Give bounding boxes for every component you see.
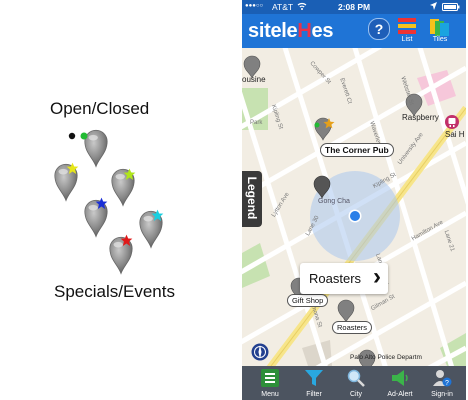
app-logo[interactable]: siteleHes (248, 20, 333, 43)
menu-button[interactable]: Menu (248, 366, 292, 400)
city-button[interactable]: City (334, 366, 378, 400)
filter-icon (305, 370, 323, 386)
battery-icon (442, 3, 460, 13)
place-label-raspberry: Raspberry (402, 113, 439, 122)
open-pin (84, 129, 108, 168)
menu-icon (261, 369, 279, 387)
phone-screen: ●●●○○ AT&T 2:08 PM siteleHes ? List Tile… (242, 0, 466, 400)
place-bubble-corner-pub[interactable]: The Corner Pub (320, 143, 394, 157)
ad-alert-button[interactable]: Ad-Alert (378, 366, 422, 400)
sign-in-button[interactable]: ? Sign-in (420, 366, 464, 400)
roasters-callout[interactable]: Roasters › (300, 263, 388, 294)
wifi-icon (297, 1, 307, 13)
place-label-gong-cha: Gong Cha (318, 198, 350, 205)
list-view-button[interactable]: List (396, 16, 418, 48)
app-header: siteleHes ? List Tiles (242, 14, 466, 48)
megaphone-icon (392, 370, 408, 386)
place-bubble-gift-shop[interactable]: Gift Shop (287, 294, 329, 307)
place-label-ousine: ousine (242, 75, 266, 84)
filter-button[interactable]: Filter (292, 366, 336, 400)
magnifier-icon (347, 369, 365, 387)
tiles-label: Tiles (432, 36, 448, 43)
bottom-nav: Menu Filter City Ad-Alert ? Sign-in (242, 366, 466, 400)
clock-time: 2:08 PM (338, 2, 371, 12)
filter-label: Filter (306, 391, 322, 398)
map-view[interactable]: Cowper St Everett Ct Kipling St Webster … (242, 48, 466, 366)
location-arrow-icon (430, 2, 437, 12)
tiles-view-button[interactable]: Tiles (428, 16, 452, 48)
callout-title: Roasters (309, 271, 362, 286)
signal-strength: ●●●○○ (245, 3, 264, 9)
transit-icon (445, 115, 459, 129)
legend-pins-figure (54, 129, 164, 275)
place-label-sai: Sai H (445, 130, 465, 139)
list-label: List (401, 36, 413, 43)
logo-text-end: es (311, 20, 334, 42)
legend-tab-label: Legend (245, 176, 259, 220)
closed-dot (68, 132, 76, 140)
ad-alert-label: Ad-Alert (387, 391, 413, 398)
carrier-name: AT&T (272, 2, 294, 12)
list-icon (398, 18, 416, 34)
legend-tab[interactable]: Legend (242, 171, 262, 227)
logo-text-main: sitele (248, 20, 298, 42)
menu-label: Menu (261, 391, 279, 398)
svg-text:?: ? (445, 380, 449, 387)
current-location-dot (350, 211, 360, 221)
place-bubble-roasters[interactable]: Roasters (332, 321, 373, 334)
chevron-right-icon[interactable]: › (373, 263, 381, 291)
help-button[interactable]: ? (368, 18, 390, 50)
specials-events-label: Specials/Events (54, 282, 175, 301)
open-dot (80, 132, 88, 140)
status-bar: ●●●○○ AT&T 2:08 PM (242, 0, 466, 14)
city-label: City (349, 391, 363, 398)
compass-icon[interactable] (251, 343, 269, 361)
tiles-icon (430, 19, 449, 36)
help-icon: ? (368, 18, 390, 40)
legend-panel: Open/Closed Specials/Events (0, 0, 240, 400)
street-label-park: Park (250, 120, 263, 126)
sign-in-label: Sign-in (431, 391, 453, 398)
logo-text-accent: H (297, 20, 312, 42)
user-help-icon: ? (433, 370, 452, 387)
place-label-police: Palo Alto Police Departm (350, 354, 422, 361)
